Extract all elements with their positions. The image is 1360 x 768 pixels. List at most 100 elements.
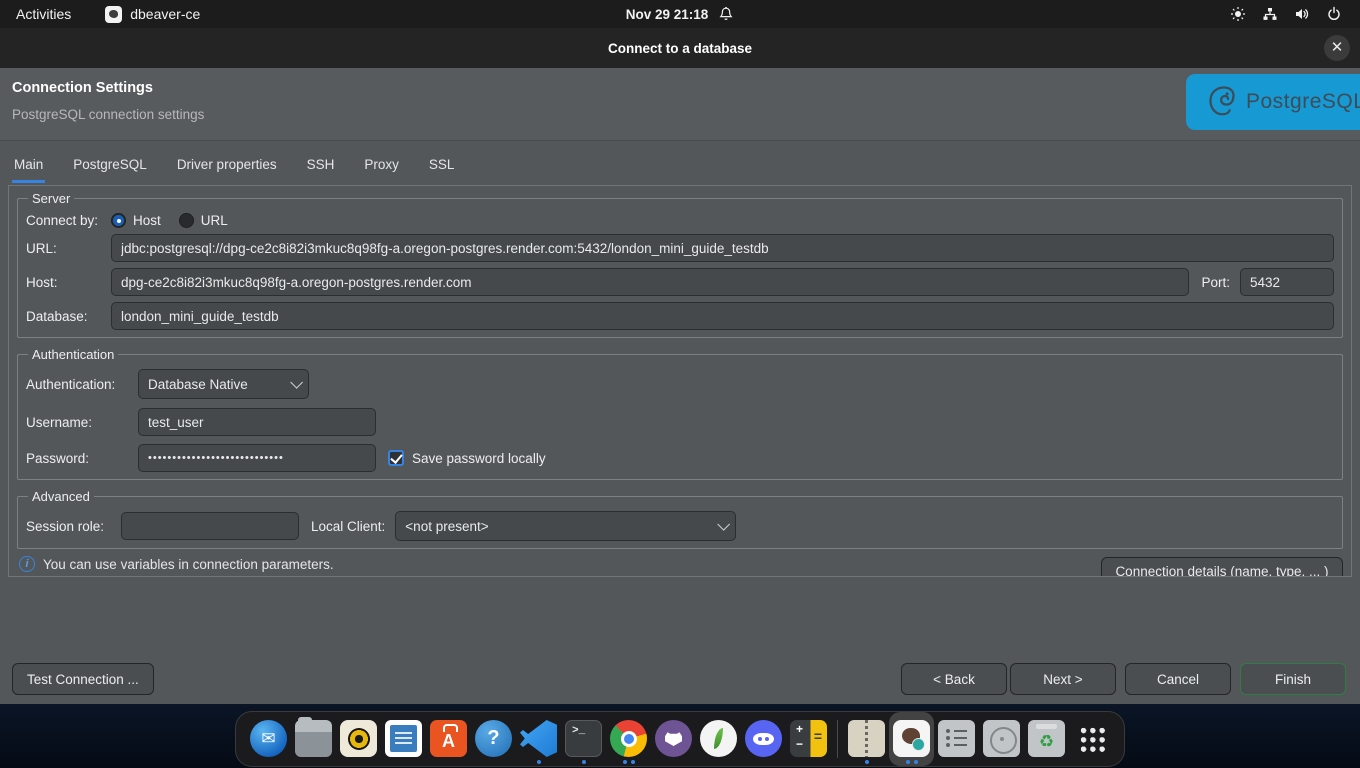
url-input[interactable]	[111, 234, 1334, 262]
password-input[interactable]	[138, 444, 376, 472]
running-indicator	[606, 760, 651, 764]
focused-app-menu[interactable]: dbeaver-ce	[105, 6, 200, 23]
running-indicator	[561, 760, 606, 764]
dialog-titlebar[interactable]: Connect to a database ✕	[0, 28, 1360, 68]
dbeaver-app-icon	[105, 6, 122, 23]
dialog-header: Connection Settings PostgreSQL connectio…	[0, 68, 1360, 141]
dock-item-vscode[interactable]	[516, 712, 561, 766]
tab-main[interactable]: Main	[12, 152, 45, 183]
host-input[interactable]	[111, 268, 1189, 296]
files-icon	[295, 720, 332, 757]
tab-ssl[interactable]: SSL	[427, 152, 457, 183]
clock[interactable]: Nov 29 21:18	[626, 7, 709, 22]
connect-by-label: Connect by:	[26, 213, 111, 228]
thunderbird-icon	[250, 720, 287, 757]
postgresql-logo-text: PostgreSQL	[1246, 90, 1360, 114]
dock-item-mongodb-compass[interactable]	[696, 712, 741, 766]
test-connection-button[interactable]: Test Connection ...	[12, 663, 154, 695]
mongodb-compass-icon	[700, 720, 737, 757]
dock-item-discord[interactable]	[741, 712, 786, 766]
dock-item-disks[interactable]	[979, 712, 1024, 766]
next-button[interactable]: Next >	[1010, 663, 1116, 695]
session-role-label: Session role:	[26, 519, 121, 534]
tab-postgresql[interactable]: PostgreSQL	[71, 152, 149, 183]
radio-host-label[interactable]: Host	[133, 213, 161, 228]
terminal-icon	[565, 720, 602, 757]
database-input[interactable]	[111, 302, 1334, 330]
ubuntu-software-icon	[430, 720, 467, 757]
dialog-title: Connect to a database	[608, 41, 752, 56]
dock-separator	[837, 720, 838, 758]
local-client-selected-value: <not present>	[405, 519, 488, 534]
vscode-icon	[520, 720, 557, 757]
tab-bar: Main PostgreSQL Driver properties SSH Pr…	[12, 152, 456, 183]
server-group-legend: Server	[28, 191, 74, 206]
tab-driver-properties[interactable]: Driver properties	[175, 152, 279, 183]
finish-button[interactable]: Finish	[1240, 663, 1346, 695]
session-role-input[interactable]	[121, 512, 299, 540]
chevron-down-icon	[718, 518, 731, 531]
server-group: Server Connect by: Host URL URL: Host: P…	[17, 191, 1343, 338]
advanced-group: Advanced Session role: Local Client: <no…	[17, 489, 1343, 549]
desktop-background	[0, 704, 1360, 768]
info-icon: i	[19, 556, 35, 572]
radio-url[interactable]	[179, 213, 194, 228]
main-tab-panel: Server Connect by: Host URL URL: Host: P…	[8, 185, 1352, 577]
dock-item-libreoffice-writer[interactable]	[381, 712, 426, 766]
authentication-select[interactable]: Database Native	[138, 369, 309, 399]
dock-item-calculator[interactable]	[786, 712, 831, 766]
tab-ssh[interactable]: SSH	[305, 152, 337, 183]
save-password-label[interactable]: Save password locally	[412, 451, 546, 466]
port-label: Port:	[1201, 275, 1230, 290]
dock-item-help[interactable]	[471, 712, 516, 766]
system-tray[interactable]	[1230, 6, 1360, 22]
connect-database-dialog: Connect to a database ✕ Connection Setti…	[0, 28, 1360, 704]
username-input[interactable]	[138, 408, 376, 436]
dbeaver-icon	[893, 720, 930, 757]
dock-item-terminal[interactable]	[561, 712, 606, 766]
port-input[interactable]	[1240, 268, 1334, 296]
authentication-group-legend: Authentication	[28, 347, 118, 362]
database-label: Database:	[26, 309, 111, 324]
bell-icon	[718, 6, 734, 22]
brightness-icon	[1230, 6, 1246, 22]
back-button[interactable]: < Back	[901, 663, 1007, 695]
dock-item-dbeaver[interactable]	[889, 712, 934, 766]
dock-item-chrome[interactable]	[606, 712, 651, 766]
radio-url-label[interactable]: URL	[201, 213, 228, 228]
dock-item-trash[interactable]	[1024, 712, 1069, 766]
top-bar: Activities dbeaver-ce Nov 29 21:18	[0, 0, 1360, 28]
dock-item-thunderbird[interactable]	[246, 712, 291, 766]
dock-item-github-desktop[interactable]	[651, 712, 696, 766]
activities-button[interactable]: Activities	[16, 6, 71, 22]
radio-host[interactable]	[111, 213, 126, 228]
cancel-button[interactable]: Cancel	[1125, 663, 1231, 695]
dock-item-app-grid[interactable]	[1069, 712, 1114, 766]
postgresql-logo: PostgreSQL	[1186, 74, 1360, 130]
trash-icon	[1028, 720, 1065, 757]
running-indicator	[844, 760, 889, 764]
connection-details-button[interactable]: Connection details (name, type, ... )	[1101, 557, 1343, 577]
local-client-select[interactable]: <not present>	[395, 511, 736, 541]
tab-proxy[interactable]: Proxy	[362, 152, 401, 183]
chrome-icon	[610, 720, 647, 757]
page-subtitle: PostgreSQL connection settings	[12, 107, 204, 122]
disks-icon	[983, 720, 1020, 757]
postgresql-elephant-icon	[1204, 84, 1240, 120]
host-label: Host:	[26, 275, 111, 290]
discord-icon	[745, 720, 782, 757]
archive-manager-icon	[848, 720, 885, 757]
network-icon	[1262, 6, 1278, 22]
dock-item-settings-utility[interactable]	[934, 712, 979, 766]
dock-item-archive-manager[interactable]	[844, 712, 889, 766]
close-icon[interactable]: ✕	[1324, 35, 1350, 61]
app-grid-icon	[1079, 726, 1105, 752]
save-password-checkbox[interactable]	[388, 450, 404, 466]
dock-item-rhythmbox[interactable]	[336, 712, 381, 766]
dock	[235, 711, 1125, 767]
dock-item-files[interactable]	[291, 712, 336, 766]
authentication-selected-value: Database Native	[148, 377, 248, 392]
dock-item-ubuntu-software[interactable]	[426, 712, 471, 766]
local-client-label: Local Client:	[311, 519, 385, 534]
url-label: URL:	[26, 241, 111, 256]
